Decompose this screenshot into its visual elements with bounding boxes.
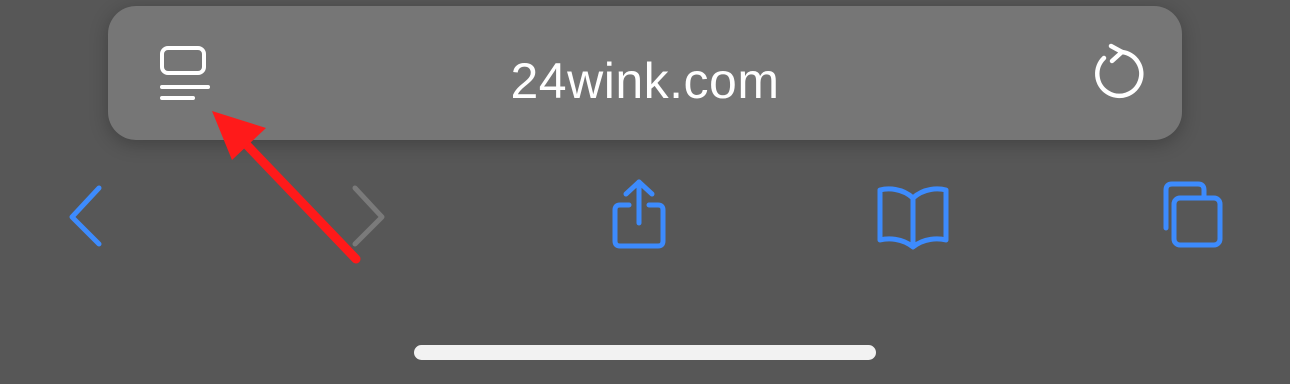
reload-icon[interactable] [1082, 38, 1152, 108]
tabs-button[interactable] [1144, 172, 1234, 262]
home-indicator [414, 345, 876, 360]
page-menu-icon[interactable] [150, 40, 220, 110]
back-button[interactable] [42, 172, 132, 262]
bookmarks-button[interactable] [868, 172, 958, 262]
forward-button[interactable] [322, 172, 412, 262]
share-button[interactable] [594, 172, 684, 262]
url-text[interactable]: 24wink.com [108, 51, 1182, 111]
address-bar[interactable]: 24wink.com [108, 6, 1182, 140]
